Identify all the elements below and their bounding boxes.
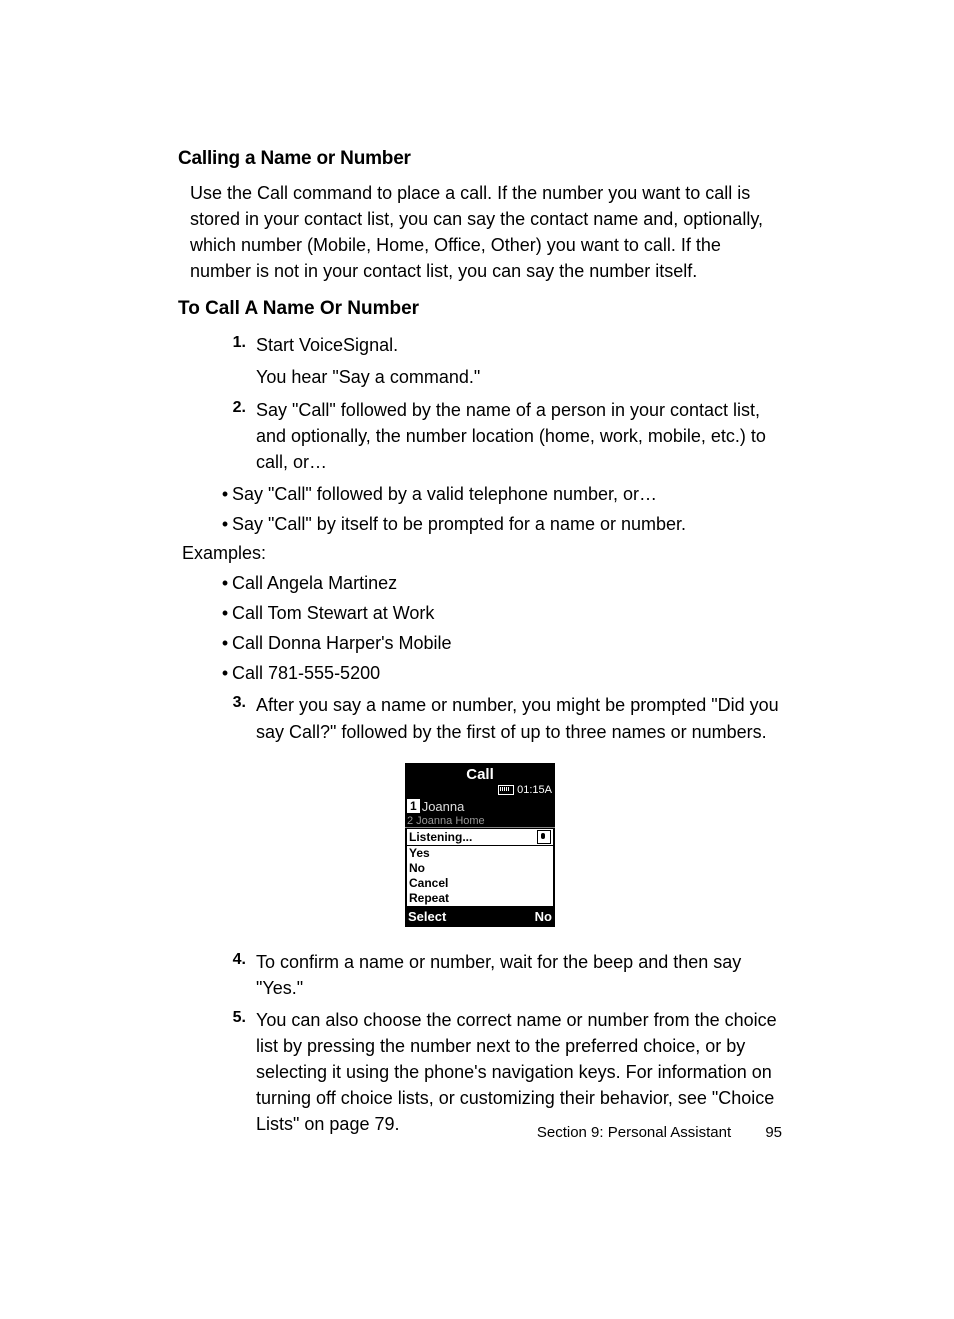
bullet-b-text: Say "Call" by itself to be prompted for … (232, 511, 782, 537)
phone-option-cancel: Cancel (407, 876, 553, 891)
phone-popup: Listening... Yes No Cancel Repeat (406, 828, 554, 907)
phone-popup-status: Listening... (409, 830, 472, 844)
step-4-text: To confirm a name or number, wait for th… (256, 949, 782, 1001)
step-1-number: 1. (218, 332, 256, 352)
examples-label: Examples: (182, 543, 782, 564)
example-3: • Call Donna Harper's Mobile (218, 630, 782, 656)
softkey-right: No (535, 909, 552, 924)
example-4: • Call 781-555-5200 (218, 660, 782, 686)
phone-status-bar: 01:15A (405, 783, 555, 798)
example-1: • Call Angela Martinez (218, 570, 782, 596)
bullet-b: • Say "Call" by itself to be prompted fo… (218, 511, 782, 537)
step-3: 3. After you say a name or number, you m… (218, 692, 782, 744)
step-1-text: Start VoiceSignal. (256, 332, 782, 358)
bullet-icon: • (218, 600, 232, 626)
bullet-a: • Say "Call" followed by a valid telepho… (218, 481, 782, 507)
bullet-icon: • (218, 511, 232, 537)
phone-row1-name: Joanna (422, 799, 465, 814)
bullet-icon: • (218, 481, 232, 507)
battery-icon (498, 785, 514, 795)
step-2-number: 2. (218, 397, 256, 417)
example-2-text: Call Tom Stewart at Work (232, 600, 782, 626)
step-3-number: 3. (218, 692, 256, 712)
step-1: 1. Start VoiceSignal. (218, 332, 782, 358)
page-footer: Section 9: Personal Assistant 95 (178, 1124, 782, 1141)
step-5: 5. You can also choose the correct name … (218, 1007, 782, 1137)
intro-paragraph: Use the Call command to place a call. If… (190, 180, 782, 284)
phone-popup-header: Listening... (407, 829, 553, 846)
example-4-text: Call 781-555-5200 (232, 660, 782, 686)
step-2-text: Say "Call" followed by the name of a per… (256, 397, 782, 475)
footer-page-number: 95 (765, 1124, 782, 1141)
bullet-a-text: Say "Call" followed by a valid telephone… (232, 481, 782, 507)
phone-softkeys: Select No (405, 907, 555, 927)
phone-option-yes: Yes (407, 846, 553, 861)
bullet-icon: • (218, 660, 232, 686)
microphone-icon (537, 830, 551, 844)
phone-option-no: No (407, 861, 553, 876)
bullet-icon: • (218, 570, 232, 596)
step-4-number: 4. (218, 949, 256, 969)
softkey-left: Select (408, 909, 446, 924)
heading-calling: Calling a Name or Number (178, 148, 782, 170)
heading-to-call: To Call A Name Or Number (178, 298, 782, 320)
phone-time: 01:15A (517, 784, 552, 796)
step-4: 4. To confirm a name or number, wait for… (218, 949, 782, 1001)
example-2: • Call Tom Stewart at Work (218, 600, 782, 626)
bullet-icon: • (218, 630, 232, 656)
example-3-text: Call Donna Harper's Mobile (232, 630, 782, 656)
step-2: 2. Say "Call" followed by the name of a … (218, 397, 782, 475)
footer-section: Section 9: Personal Assistant (537, 1124, 731, 1141)
phone-option-repeat: Repeat (407, 891, 553, 906)
step-5-text: You can also choose the correct name or … (256, 1007, 782, 1137)
example-1-text: Call Angela Martinez (232, 570, 782, 596)
document-page: Calling a Name or Number Use the Call co… (0, 0, 954, 1319)
step-1-sub: You hear "Say a command." (256, 364, 782, 390)
phone-row1-index: 1 (407, 799, 420, 813)
phone-list-row-2: 2 Joanna Home (405, 815, 555, 828)
phone-screenshot: Call 01:15A 1 Joanna 2 Joanna Home Liste… (405, 763, 555, 927)
step-3-text: After you say a name or number, you migh… (256, 692, 782, 744)
phone-title: Call (405, 763, 555, 783)
phone-list-row-1: 1 Joanna (405, 798, 555, 815)
step-5-number: 5. (218, 1007, 256, 1027)
